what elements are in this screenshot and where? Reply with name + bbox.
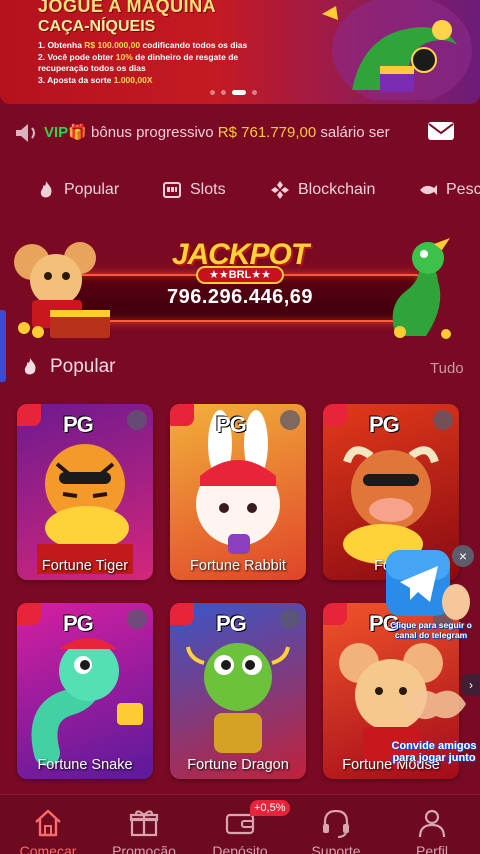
speaker-icon xyxy=(16,124,35,142)
jackpot-value: 796.296.446,69 xyxy=(166,286,314,308)
gift-icon xyxy=(129,810,159,837)
banner-dot[interactable] xyxy=(252,90,257,95)
fish-icon xyxy=(420,185,437,195)
nav-label: Suporte xyxy=(311,843,361,854)
favorite-star-icon[interactable] xyxy=(280,609,300,629)
banner-subtitle: CAÇA-NÍQUEIS xyxy=(38,18,156,35)
game-card-fortune-tiger[interactable]: PG Fortune Tiger xyxy=(17,404,153,580)
favorite-star-icon[interactable] xyxy=(127,410,147,430)
tab-label: Blockchain xyxy=(298,181,376,198)
banner-line-3: 3. Aposta da sorte 1.000,00X xyxy=(38,74,153,85)
announcement-marquee: VIP🎁 bônus progressivo R$ 761.779,00 sal… xyxy=(0,112,480,152)
section-header: Popular xyxy=(20,356,116,378)
slot-machine-icon xyxy=(163,182,181,198)
see-all-link[interactable]: Tudo xyxy=(430,360,464,377)
marquee-amount: R$ 761.779,00 xyxy=(217,124,317,141)
bottom-navigation: Começar Promoção Depósito Suporte Perfil xyxy=(0,794,480,854)
provider-logo: PG xyxy=(216,611,247,636)
banner-dot-active[interactable] xyxy=(232,90,246,95)
favorite-star-icon[interactable] xyxy=(433,410,453,430)
provider-logo: PG xyxy=(63,611,94,636)
banner-dot[interactable] xyxy=(210,90,215,95)
close-icon[interactable]: × xyxy=(452,545,474,567)
tab-label: Slots xyxy=(190,181,226,198)
nav-label: Depósito xyxy=(212,843,268,854)
hot-badge-icon xyxy=(17,603,41,625)
favorite-star-icon[interactable] xyxy=(127,609,147,629)
home-icon xyxy=(35,809,61,837)
tab-blockchain[interactable]: Blockchain xyxy=(270,180,375,200)
nav-label: Promoção xyxy=(112,843,176,854)
tab-label: Popular xyxy=(64,181,120,198)
tab-fishing[interactable]: Pesc xyxy=(418,180,480,200)
game-name: Fortune Dragon xyxy=(187,757,289,773)
nav-support[interactable]: Suporte xyxy=(288,807,384,854)
nav-profile[interactable]: Perfil xyxy=(384,807,480,854)
fire-icon xyxy=(24,358,36,375)
nav-label: Perfil xyxy=(416,843,448,854)
provider-logo: PG xyxy=(369,412,400,437)
game-card-fortune-snake[interactable]: PG Fortune Snake xyxy=(17,603,153,779)
tab-label: Pesc xyxy=(446,181,480,198)
dragon-art-icon xyxy=(322,0,472,100)
telegram-caption[interactable]: Clique para seguir o canal do telegram xyxy=(384,620,478,640)
banner-lines: 1. Obtenha R$ 100.000,00 codificando tod… xyxy=(38,40,288,86)
hot-badge-icon xyxy=(170,603,194,625)
hot-badge-icon xyxy=(170,404,194,426)
tab-popular[interactable]: Popular xyxy=(36,180,119,200)
handshake-icon[interactable] xyxy=(398,664,472,738)
invite-friends-caption[interactable]: Convide amigos para jogar junto xyxy=(390,740,478,764)
nav-promotion[interactable]: Promoção xyxy=(96,807,192,854)
game-name: Fortune Tiger xyxy=(41,558,129,574)
user-icon xyxy=(418,809,446,838)
jackpot-panel: JACKPOT ★★BRL★★ 796.296.446,69 xyxy=(0,234,480,340)
hot-badge-icon xyxy=(323,404,347,426)
mail-icon[interactable] xyxy=(426,116,456,146)
side-drawer-handle[interactable] xyxy=(0,310,6,382)
fire-icon xyxy=(40,181,52,198)
section-title: Popular xyxy=(50,356,116,377)
banner-title: JOGUE A MÁQUINA xyxy=(38,0,217,16)
nav-label: Começar xyxy=(19,843,77,854)
blockchain-icon xyxy=(271,181,289,199)
deposit-bonus-badge: +0,5% xyxy=(250,800,290,816)
marquee-text: VIP🎁 bônus progressivo R$ 761.779,00 sal… xyxy=(44,123,390,141)
game-card-fortune-rabbit[interactable]: PG Fortune Rabbit xyxy=(170,404,306,580)
category-tabs: Popular Slots Blockchain Pesc xyxy=(0,172,480,212)
favorite-star-icon[interactable] xyxy=(280,410,300,430)
banner-line-2: 2. Você pode obter 10% de dinheiro de re… xyxy=(38,51,239,74)
marquee-text-pre: bônus progressivo xyxy=(91,124,218,141)
nav-home[interactable]: Começar xyxy=(0,807,96,854)
game-card-fortune-dragon[interactable]: PG Fortune Dragon xyxy=(170,603,306,779)
game-name: Fortune Rabbit xyxy=(190,558,286,574)
provider-logo: PG xyxy=(63,412,94,437)
tab-slots[interactable]: Slots xyxy=(162,180,226,200)
headset-icon xyxy=(323,809,349,838)
banner-line-1: 1. Obtenha R$ 100.000,00 codificando tod… xyxy=(38,40,248,50)
hot-badge-icon xyxy=(17,404,41,426)
jackpot-currency-badge: ★★BRL★★ xyxy=(196,266,284,284)
dragon-mascot-icon xyxy=(392,238,451,339)
vip-label: VIP xyxy=(44,124,69,141)
gift-icon: 🎁 xyxy=(68,124,87,141)
promo-banner[interactable]: JOGUE A MÁQUINA CAÇA-NÍQUEIS 1. Obtenha … xyxy=(0,0,480,104)
banner-dot[interactable] xyxy=(221,90,226,95)
hot-badge-icon xyxy=(323,603,347,625)
banner-pagination[interactable] xyxy=(210,90,257,95)
marquee-text-post: salário ser xyxy=(316,124,390,141)
provider-logo: PG xyxy=(216,412,247,437)
game-name: Fortune Snake xyxy=(37,757,133,773)
